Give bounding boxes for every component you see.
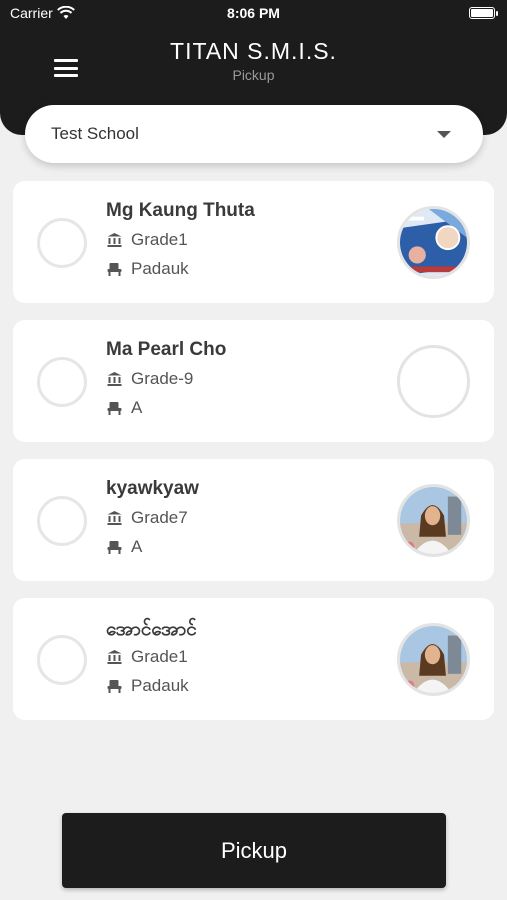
person-photo (400, 626, 467, 693)
institution-icon (107, 233, 122, 247)
seat-icon (107, 541, 122, 554)
seat-icon (107, 680, 122, 693)
school-dropdown-value: Test School (51, 124, 139, 143)
select-radio[interactable] (37, 496, 87, 546)
person-photo (400, 487, 467, 554)
student-grade: Grade1 (106, 647, 188, 667)
student-grade: Grade-9 (106, 369, 193, 389)
grade-label: Grade1 (131, 230, 188, 249)
avatar (397, 484, 470, 557)
page-subtitle: Pickup (232, 67, 275, 83)
avatar (397, 206, 470, 279)
student-room: A (106, 398, 142, 418)
institution-icon (107, 511, 122, 525)
room-label: Padauk (131, 259, 189, 278)
avatar (397, 623, 470, 696)
room-label: A (131, 537, 143, 556)
page-title: TITAN S.M.I.S. (170, 38, 337, 64)
chevron-down-icon (437, 130, 451, 138)
student-grade: Grade1 (106, 230, 188, 250)
seat-icon (107, 402, 122, 415)
avatar (397, 345, 470, 418)
student-name: kyawkyaw (106, 478, 199, 499)
institution-icon (107, 372, 122, 386)
pickup-button[interactable]: Pickup (62, 813, 446, 888)
student-card[interactable]: Mg Kaung Thuta Grade1 Padauk (13, 181, 494, 303)
student-name: အောင်အောင် (106, 619, 197, 640)
school-dropdown[interactable]: Test School (25, 105, 483, 163)
status-bar: Carrier 8:06 PM (0, 0, 507, 28)
student-name: Mg Kaung Thuta (106, 200, 255, 221)
select-radio[interactable] (37, 357, 87, 407)
seat-icon (107, 263, 122, 276)
student-grade: Grade7 (106, 508, 188, 528)
institution-icon (107, 650, 122, 664)
battery-icon (469, 7, 498, 19)
student-card[interactable]: Ma Pearl Cho Grade-9 A (13, 320, 494, 442)
grade-label: Grade-9 (131, 369, 194, 388)
student-room: Padauk (106, 259, 189, 279)
room-label: A (131, 398, 143, 417)
grade-label: Grade7 (131, 508, 188, 527)
school-poster-image (400, 209, 467, 276)
student-name: Ma Pearl Cho (106, 339, 227, 360)
grade-label: Grade1 (131, 647, 188, 666)
student-card[interactable]: အောင်အောင် Grade1 Padauk (13, 598, 494, 720)
select-radio[interactable] (37, 218, 87, 268)
student-room: Padauk (106, 676, 189, 696)
select-radio[interactable] (37, 635, 87, 685)
room-label: Padauk (131, 676, 189, 695)
student-card[interactable]: kyawkyaw Grade7 A (13, 459, 494, 581)
status-time: 8:06 PM (227, 5, 280, 21)
student-room: A (106, 537, 142, 557)
